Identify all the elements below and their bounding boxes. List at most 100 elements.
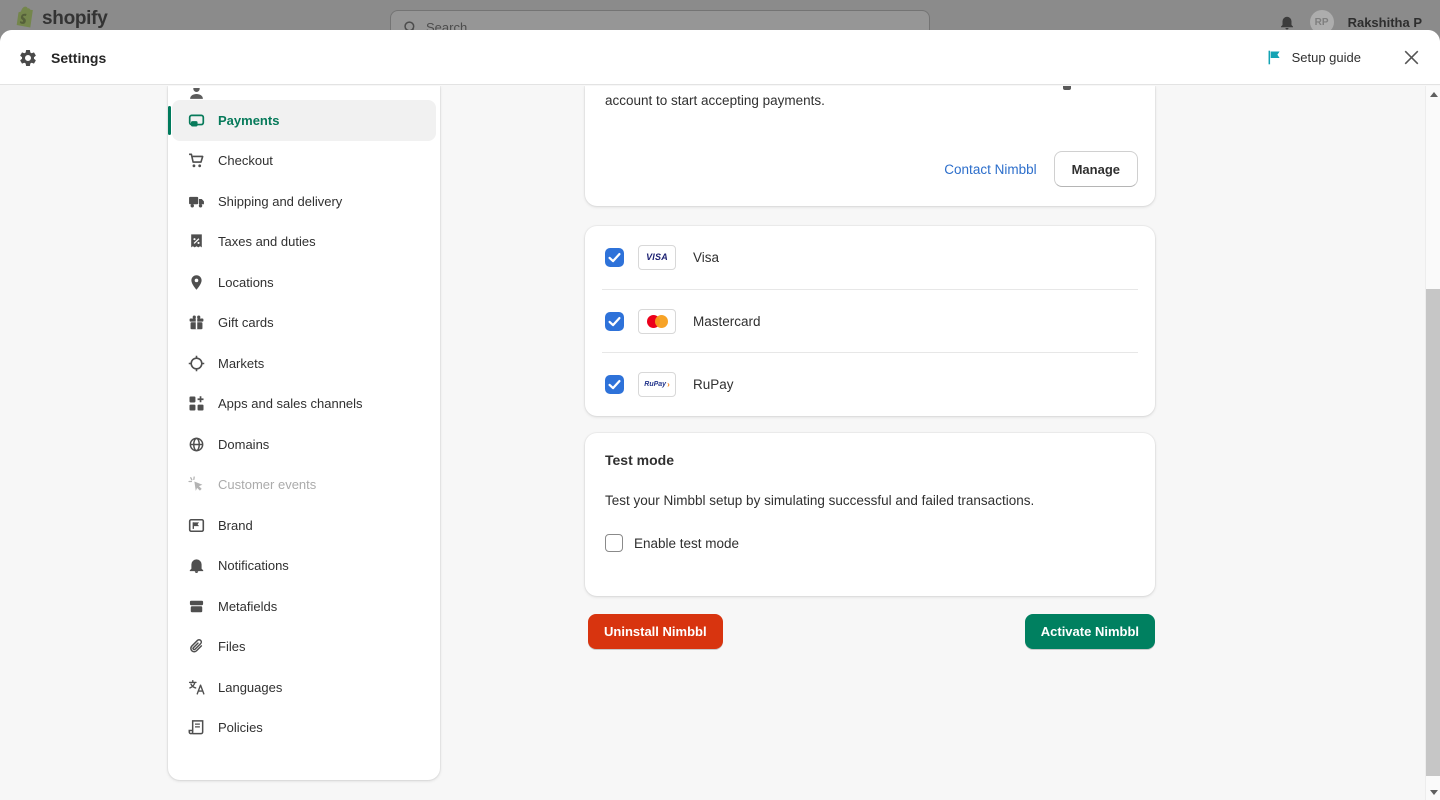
sidebar-item-policies[interactable]: Policies xyxy=(172,708,436,749)
sidebar-item-label: Payments xyxy=(218,112,280,128)
sidebar-item-label: Gift cards xyxy=(218,315,274,331)
provider-description: account to start accepting payments. xyxy=(605,93,825,108)
users-icon xyxy=(190,88,203,99)
sidebar-item-label: Apps and sales channels xyxy=(218,396,363,412)
apps-grid-icon xyxy=(188,395,205,412)
payment-method-label: Visa xyxy=(693,249,720,265)
settings-modal: Settings Setup guide Payments Checkout S… xyxy=(0,30,1440,800)
checkmark-icon xyxy=(608,316,621,326)
settings-sidebar: Payments Checkout Shipping and delivery … xyxy=(168,86,440,780)
checkmark-icon xyxy=(608,380,621,390)
paperclip-icon xyxy=(188,638,205,655)
scrollbar-thumb[interactable] xyxy=(1426,289,1440,776)
enable-test-mode-label: Enable test mode xyxy=(634,535,740,551)
gift-icon xyxy=(188,314,205,331)
activate-nimbbl-button[interactable]: Activate Nimbbl xyxy=(1024,614,1155,649)
visa-logo: VISA xyxy=(646,252,668,263)
payment-method-label: Mastercard xyxy=(693,313,761,329)
page-title: Settings xyxy=(51,49,107,66)
sidebar-item-markets[interactable]: Markets xyxy=(172,343,436,384)
sidebar-item-files[interactable]: Files xyxy=(172,627,436,668)
actions-row: Uninstall Nimbbl Activate Nimbbl xyxy=(585,614,1155,649)
sidebar-item-label: Files xyxy=(218,639,246,655)
sidebar-item-taxes[interactable]: Taxes and duties xyxy=(172,222,436,263)
sidebar-item-label: Markets xyxy=(218,355,265,371)
checkmark-icon xyxy=(608,252,621,263)
mastercard-badge xyxy=(638,308,676,334)
policies-scroll-icon xyxy=(188,719,205,736)
sidebar-item-metafields[interactable]: Metafields xyxy=(172,586,436,627)
visa-badge: VISA xyxy=(638,244,676,270)
sidebar-item-shipping[interactable]: Shipping and delivery xyxy=(172,181,436,222)
visa-checkbox[interactable] xyxy=(605,247,624,267)
brand-icon xyxy=(188,517,205,534)
sidebar-item-label: Customer events xyxy=(218,477,317,493)
rupay-badge: RuPay › xyxy=(638,372,676,398)
test-mode-card: Test mode Test your Nimbbl setup by simu… xyxy=(585,433,1155,596)
user-name: Rakshitha P xyxy=(1347,14,1422,30)
payments-settings-content: account to start accepting payments. Con… xyxy=(585,86,1155,800)
sidebar-item-clipped[interactable] xyxy=(172,88,436,100)
vertical-scrollbar[interactable] xyxy=(1425,86,1440,800)
payments-icon xyxy=(188,112,205,129)
cursor-click-icon xyxy=(188,476,205,493)
contact-nimbbl-link[interactable]: Contact Nimbbl xyxy=(944,162,1036,177)
arrow-down-icon xyxy=(1429,789,1438,795)
flag-icon xyxy=(1268,50,1280,65)
settings-modal-screen: shopify Search RP Rakshitha P Settings S… xyxy=(0,0,1440,800)
mastercard-logo xyxy=(646,314,668,328)
domains-globe-icon xyxy=(188,436,205,453)
manage-button[interactable]: Manage xyxy=(1053,151,1138,187)
selected-indicator xyxy=(168,106,171,135)
test-mode-title: Test mode xyxy=(605,452,674,468)
sidebar-item-payments[interactable]: Payments xyxy=(168,100,436,141)
modal-header: Settings Setup guide xyxy=(0,30,1440,85)
sidebar-item-label: Domains xyxy=(218,436,270,452)
sidebar-item-label: Locations xyxy=(218,274,274,290)
rupay-checkbox[interactable] xyxy=(605,375,624,395)
scroll-up-button[interactable] xyxy=(1426,86,1440,102)
sidebar-item-label: Brand xyxy=(218,517,253,533)
sidebar-item-customer-events: Customer events xyxy=(172,465,436,506)
checkout-cart-icon xyxy=(188,152,205,169)
sidebar-item-locations[interactable]: Locations xyxy=(172,262,436,303)
sidebar-item-label: Checkout xyxy=(218,153,273,169)
payment-methods-card: VISA Visa Mastercard RuPay › RuPay xyxy=(585,226,1155,416)
arrow-up-icon xyxy=(1429,91,1438,97)
sidebar-item-gift-cards[interactable]: Gift cards xyxy=(172,303,436,344)
sidebar-item-brand[interactable]: Brand xyxy=(172,505,436,546)
sidebar-item-languages[interactable]: Languages xyxy=(172,667,436,708)
payment-method-row-rupay: RuPay › RuPay xyxy=(585,353,1155,416)
enable-test-mode-checkbox[interactable] xyxy=(605,534,623,552)
sidebar-item-label: Policies xyxy=(218,720,263,736)
markets-globe-icon xyxy=(188,355,205,372)
tax-receipt-icon xyxy=(188,233,205,250)
sidebar-item-apps[interactable]: Apps and sales channels xyxy=(172,384,436,425)
sidebar-item-label: Languages xyxy=(218,679,283,695)
setup-guide-button[interactable]: Setup guide xyxy=(1266,49,1361,66)
sidebar-item-label: Taxes and duties xyxy=(218,234,316,250)
gear-icon xyxy=(20,49,36,66)
bell-icon xyxy=(188,557,205,574)
mastercard-checkbox[interactable] xyxy=(605,311,624,331)
rupay-logo: RuPay xyxy=(644,381,667,389)
payment-method-row-visa: VISA Visa xyxy=(585,226,1155,289)
test-mode-description: Test your Nimbbl setup by simulating suc… xyxy=(605,493,1035,508)
scroll-down-button[interactable] xyxy=(1426,784,1440,800)
metafields-icon xyxy=(188,598,205,615)
modal-body: Payments Checkout Shipping and delivery … xyxy=(0,86,1440,800)
sidebar-item-checkout[interactable]: Checkout xyxy=(172,141,436,182)
provider-card: account to start accepting payments. Con… xyxy=(585,86,1155,206)
location-pin-icon xyxy=(188,274,205,291)
notifications-bell-icon[interactable] xyxy=(1278,13,1296,31)
setup-guide-label: Setup guide xyxy=(1291,50,1361,65)
sidebar-item-domains[interactable]: Domains xyxy=(172,424,436,465)
payment-method-label: RuPay xyxy=(693,377,734,393)
close-icon[interactable] xyxy=(1401,47,1422,68)
sidebar-item-label: Metafields xyxy=(218,598,278,614)
sidebar-item-label: Notifications xyxy=(218,558,289,574)
uninstall-nimbbl-button[interactable]: Uninstall Nimbbl xyxy=(588,614,723,649)
sidebar-item-notifications[interactable]: Notifications xyxy=(172,546,436,587)
clipped-content-fragment xyxy=(1063,86,1071,90)
translate-icon xyxy=(188,679,205,696)
